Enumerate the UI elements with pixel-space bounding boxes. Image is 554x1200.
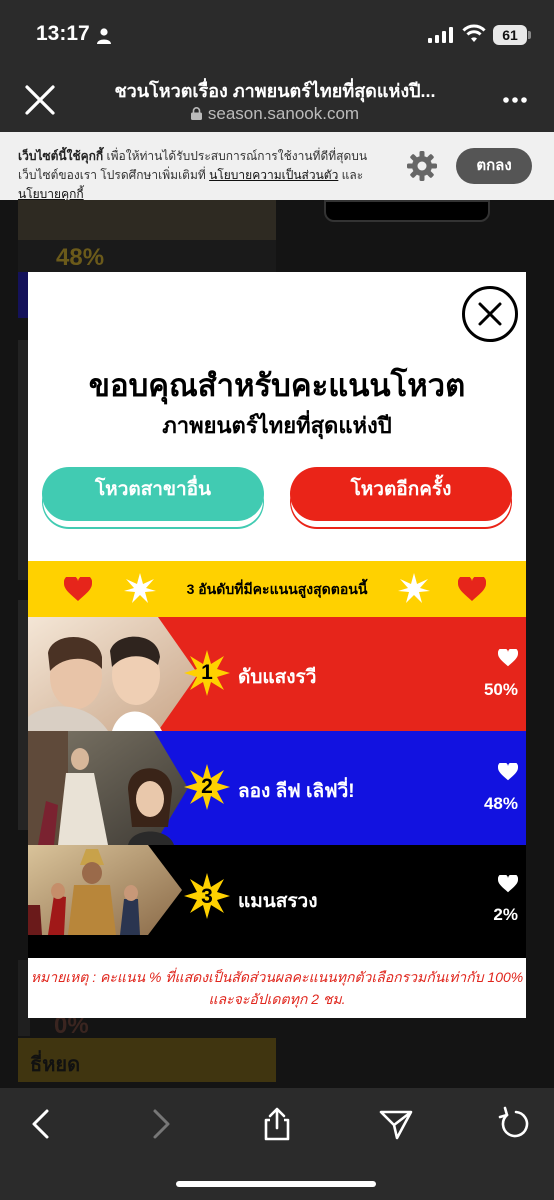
- reload-icon[interactable]: [496, 1106, 532, 1142]
- heart-icon: [498, 763, 518, 781]
- battery-icon: 61: [493, 25, 531, 45]
- share-icon[interactable]: [259, 1106, 295, 1142]
- vote-result-modal: ขอบคุณสำหรับคะแนนโหวต ภาพยนตร์ไทยที่สุดแ…: [28, 272, 526, 1018]
- rank-row-1[interactable]: 1 ดับแสงรวี 50%: [28, 617, 526, 731]
- movie-poster-1: [28, 617, 198, 731]
- rank-row-2[interactable]: 2 ลอง ลีฟ เลิฟวี่! 48%: [28, 731, 526, 845]
- cookie-and: และ: [338, 168, 364, 182]
- rank-2-number: 2: [201, 775, 213, 798]
- close-modal-icon[interactable]: [461, 285, 519, 343]
- status-time: 13:17: [36, 22, 90, 45]
- close-icon[interactable]: [22, 82, 58, 118]
- lock-icon: [190, 107, 202, 120]
- url-text: season.sanook.com: [207, 104, 360, 123]
- rank-2-title: ลอง ลีฟ เลิฟวี่!: [238, 781, 355, 802]
- home-indicator[interactable]: [176, 1181, 376, 1187]
- status-bar: 13:17 61: [0, 0, 554, 70]
- score-note: หมายเหตุ : คะแนน % ที่แสดงเป็นสัดส่วนผลค…: [28, 958, 526, 1018]
- heart-icon: [458, 577, 486, 601]
- cookie-text: เว็บไซต์นี้ใช้คุกกี้ เพื่อให้ท่านได้รับป…: [18, 147, 393, 204]
- cookie-policy-link[interactable]: นโยบายคุกกี้: [18, 187, 84, 201]
- heart-icon: [498, 875, 518, 893]
- rank-1-title: ดับแสงรวี: [238, 667, 317, 688]
- rank-3-percent: 2%: [493, 905, 518, 924]
- rank-1-number: 1: [201, 661, 213, 684]
- wifi-icon: [462, 24, 486, 42]
- modal-title: ขอบคุณสำหรับคะแนนโหวต: [88, 368, 466, 403]
- background-label-bottom: ธี่หยด: [30, 1054, 81, 1076]
- back-icon[interactable]: [24, 1106, 60, 1142]
- gear-icon[interactable]: [406, 150, 438, 182]
- movie-poster-2: [28, 731, 188, 845]
- heart-icon: [498, 649, 518, 667]
- rank-1-percent: 50%: [483, 680, 518, 699]
- privacy-policy-link[interactable]: นโยบายความเป็นส่วนตัว: [209, 168, 338, 182]
- rank-3-number: 3: [201, 885, 213, 908]
- top3-heading: 3 อันดับที่มีคะแนนสูงสุดตอนนี้: [186, 581, 368, 597]
- vote-again-button[interactable]: โหวตอีกครั้ง: [290, 467, 512, 521]
- top3-banner: 3 อันดับที่มีคะแนนสูงสุดตอนนี้: [28, 561, 526, 617]
- url-bar[interactable]: season.sanook.com: [80, 104, 470, 124]
- cookie-lead: เว็บไซต์นี้ใช้คุกกี้: [18, 149, 104, 163]
- movie-poster-3: [28, 845, 182, 935]
- person-icon: [97, 28, 111, 44]
- send-icon[interactable]: [378, 1106, 414, 1142]
- forward-icon[interactable]: [142, 1106, 178, 1142]
- more-icon[interactable]: [502, 96, 528, 104]
- cookie-banner: เว็บไซต์นี้ใช้คุกกี้ เพื่อให้ท่านได้รับป…: [0, 132, 554, 201]
- rank-2-percent: 48%: [483, 794, 518, 813]
- background-percent-top: 48%: [56, 244, 105, 271]
- page-title: ชวนโหวตเรื่อง ภาพยนตร์ไทยที่สุดแห่งปี...: [114, 81, 436, 101]
- accept-cookie-button[interactable]: ตกลง: [456, 148, 532, 184]
- sparkle-icon: [398, 573, 430, 603]
- vote-other-category-button[interactable]: โหวตสาขาอื่น: [42, 467, 264, 521]
- browser-header: ชวนโหวตเรื่อง ภาพยนตร์ไทยที่สุดแห่งปี...…: [0, 70, 554, 132]
- signal-icon: [428, 27, 454, 43]
- rank-row-3[interactable]: 3 แมนสรวง 2%: [28, 845, 526, 958]
- rank-3-title: แมนสรวง: [238, 891, 318, 912]
- modal-subtitle: ภาพยนตร์ไทยที่สุดแห่งปี: [162, 413, 392, 438]
